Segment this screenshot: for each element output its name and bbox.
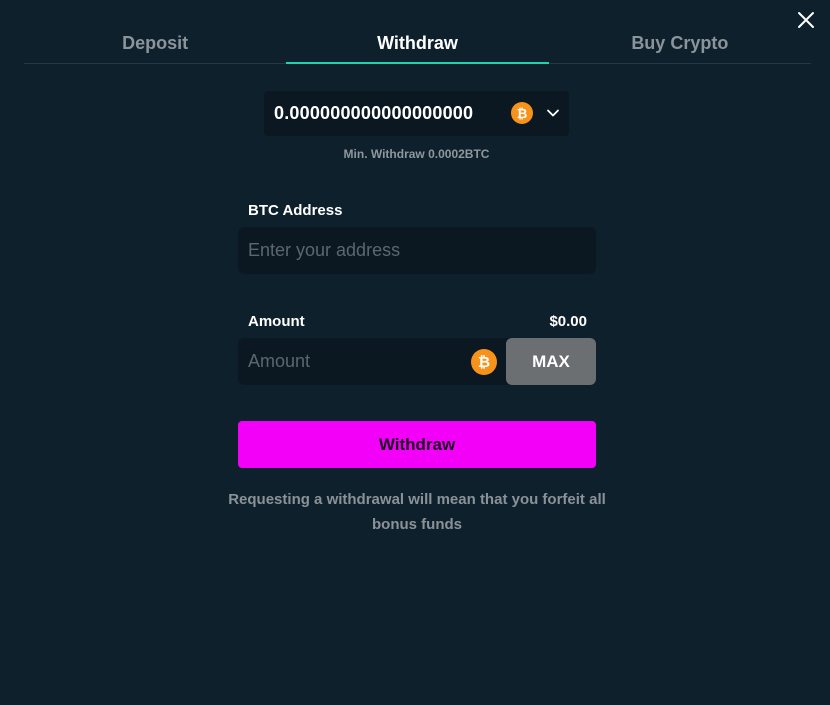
tab-bar: Deposit Withdraw Buy Crypto <box>24 26 811 64</box>
amount-field: ₿ MAX <box>238 338 596 385</box>
bitcoin-icon: ₿ <box>511 102 533 124</box>
bonus-forfeit-notice: Requesting a withdrawal will mean that y… <box>228 491 606 533</box>
bitcoin-icon: ₿ <box>471 349 497 375</box>
amount-usd-value: $0.00 <box>549 313 587 330</box>
amount-input[interactable] <box>238 338 506 385</box>
amount-label: Amount <box>248 313 305 330</box>
chevron-down-icon <box>547 109 559 117</box>
address-input[interactable] <box>238 227 596 274</box>
tab-withdraw[interactable]: Withdraw <box>286 26 549 64</box>
min-withdraw-text: Min. Withdraw 0.0002BTC <box>343 147 490 161</box>
address-label: BTC Address <box>248 202 343 219</box>
withdraw-button[interactable]: Withdraw <box>238 421 596 468</box>
max-button[interactable]: MAX <box>506 338 596 385</box>
balance-value: 0.000000000000000000 <box>274 103 474 123</box>
currency-balance-selector[interactable]: 0.000000000000000000 ₿ <box>264 91 569 136</box>
tab-deposit[interactable]: Deposit <box>24 26 286 63</box>
tab-buy-crypto[interactable]: Buy Crypto <box>549 26 811 63</box>
